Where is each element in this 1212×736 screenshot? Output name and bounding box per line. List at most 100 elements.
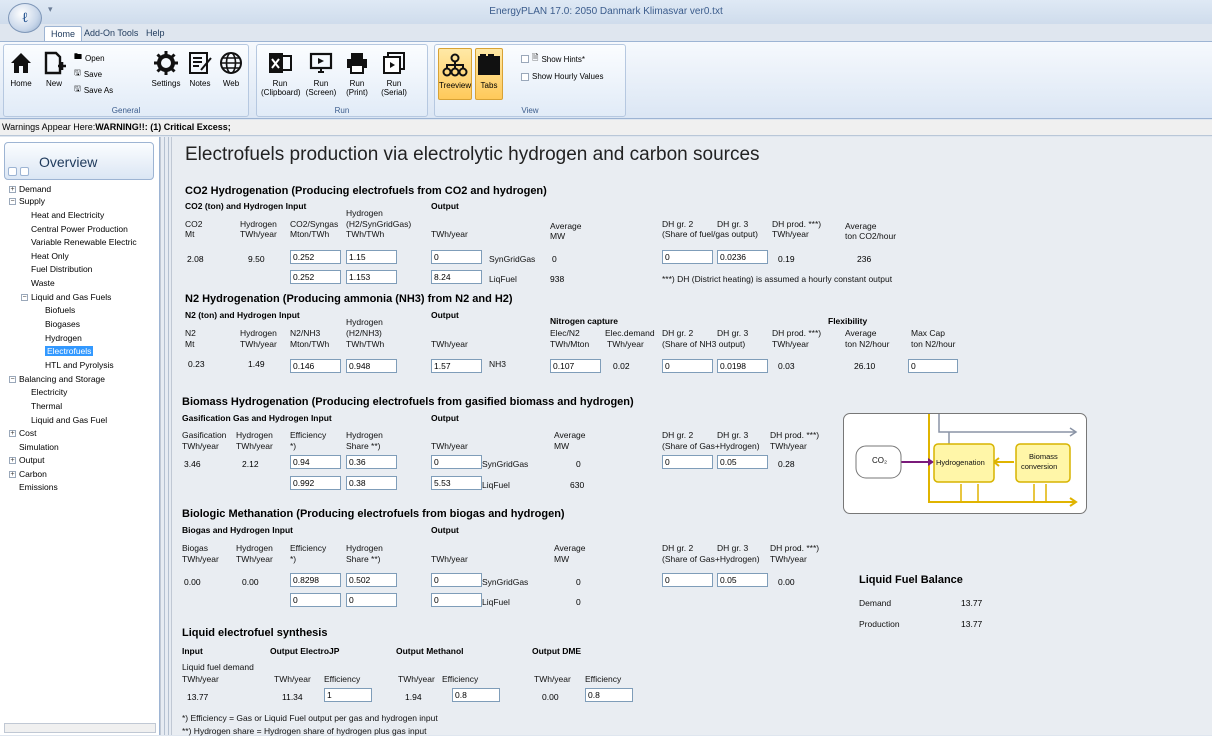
treeview-button[interactable]: Treeview: [438, 48, 472, 100]
co2-col-label: MW: [550, 231, 566, 241]
tree-item-cost[interactable]: Cost: [19, 428, 36, 438]
tree-item-thermal[interactable]: Thermal: [31, 401, 62, 411]
liqfuel-output-input[interactable]: 0: [431, 593, 482, 607]
hydrogen-ratio-input[interactable]: 1.15: [346, 250, 397, 264]
tree-item-balancing-storage[interactable]: Balancing and Storage: [19, 374, 105, 384]
dh-group2-share-input[interactable]: 0: [662, 359, 713, 373]
quick-access-toolbar[interactable]: ▾: [48, 4, 53, 15]
tree-item-electrofuels[interactable]: Electrofuels: [45, 346, 94, 356]
hydrogen-share-input[interactable]: 0.502: [346, 573, 397, 587]
expand-all-button[interactable]: [20, 167, 29, 176]
n2-nh3-ratio-input[interactable]: 0.146: [290, 359, 341, 373]
run-serial-button[interactable]: Run (Serial): [377, 50, 411, 97]
save-button[interactable]: 🖫 Save: [74, 67, 102, 81]
tree-item-simulation[interactable]: Simulation: [19, 442, 59, 452]
tree-item-variable-renewable[interactable]: Variable Renewable Electric: [31, 237, 137, 247]
tree-item-electricity[interactable]: Electricity: [31, 387, 67, 397]
nh3-output-input[interactable]: 1.57: [431, 359, 482, 373]
hydrogen-share-input[interactable]: 0.36: [346, 455, 397, 469]
expand-icon[interactable]: +: [9, 457, 16, 464]
liqfuel-output-input[interactable]: 5.53: [431, 476, 482, 490]
run-screen-button[interactable]: Run (Screen): [305, 50, 337, 97]
efficiency-input[interactable]: 0: [290, 593, 341, 607]
collapse-icon[interactable]: −: [9, 198, 16, 205]
tab-help[interactable]: Help: [140, 26, 171, 41]
tree-item-hydrogen[interactable]: Hydrogen: [45, 333, 82, 343]
max-cap-input[interactable]: 0: [908, 359, 958, 373]
hydrogen-ratio-input[interactable]: 1.153: [346, 270, 397, 284]
show-hints-checkbox[interactable]: 🗎 Show Hints*: [521, 52, 585, 66]
run-clipboard-button[interactable]: Run (Clipboard): [261, 50, 301, 97]
dh-group2-share-input[interactable]: 0: [662, 455, 713, 469]
pane-splitter[interactable]: [160, 137, 172, 735]
tree-item-biogases[interactable]: Biogases: [45, 319, 80, 329]
biomass-col-label: Efficiency: [290, 430, 327, 440]
hydrogen-nh3-ratio-input[interactable]: 0.948: [346, 359, 397, 373]
collapse-icon[interactable]: −: [9, 376, 16, 383]
dh-group3-share-input[interactable]: 0.0198: [717, 359, 768, 373]
co2-syngas-ratio-input[interactable]: 0.252: [290, 250, 341, 264]
dh-note: ***) DH (District heating) is assumed a …: [662, 274, 893, 284]
tree-item-emissions[interactable]: Emissions: [19, 482, 58, 492]
dh-group3-share-input[interactable]: 0.0236: [717, 250, 768, 264]
tree-item-supply[interactable]: Supply: [19, 196, 45, 206]
tree-item-carbon[interactable]: Carbon: [19, 469, 47, 479]
efficiency-input[interactable]: 0.992: [290, 476, 341, 490]
tree-item-waste[interactable]: Waste: [31, 278, 55, 288]
hydrogen-share-input[interactable]: 0.38: [346, 476, 397, 490]
sidebar-horizontal-scrollbar[interactable]: [4, 723, 156, 733]
co2-col-label: Mt: [185, 229, 195, 239]
run-print-button[interactable]: Run (Print): [341, 50, 373, 97]
tabs-button[interactable]: Tabs: [475, 48, 503, 100]
tree-item-central-power[interactable]: Central Power Production: [31, 224, 128, 234]
open-button[interactable]: 🖿 Open: [74, 51, 105, 65]
tree-item-demand[interactable]: Demand: [19, 184, 51, 194]
tree-item-liquid-gas-fuel[interactable]: Liquid and Gas Fuel: [31, 415, 107, 425]
co2-syngas-ratio-input[interactable]: 0.252: [290, 270, 341, 284]
show-hourly-checkbox[interactable]: Show Hourly Values: [521, 72, 603, 81]
product-label: SynGridGas: [482, 577, 529, 587]
expand-icon[interactable]: +: [9, 471, 16, 478]
tree-item-biofuels[interactable]: Biofuels: [45, 305, 75, 315]
biomass-col-label: TWh/year: [236, 441, 273, 451]
tree-item-fuel-distribution[interactable]: Fuel Distribution: [31, 264, 92, 274]
collapse-all-button[interactable]: [8, 167, 17, 176]
save-as-button[interactable]: 🖫 Save As: [74, 83, 113, 97]
web-button[interactable]: Web: [216, 50, 246, 88]
tab-addon-tools[interactable]: Add-On Tools: [78, 26, 144, 41]
app-menu-button[interactable]: ℓ: [8, 3, 42, 33]
methanol-efficiency-input[interactable]: 0.8: [452, 688, 500, 702]
electrojp-header: Output ElectroJP: [270, 646, 340, 656]
tree-item-htl-pyrolysis[interactable]: HTL and Pyrolysis: [45, 360, 114, 370]
liqfuel-output-input[interactable]: 8.24: [431, 270, 482, 284]
electrojp-efficiency-input[interactable]: 1: [324, 688, 372, 702]
efficiency-input[interactable]: 0.94: [290, 455, 341, 469]
home-button[interactable]: Home: [6, 50, 36, 88]
dme-efficiency-input[interactable]: 0.8: [585, 688, 633, 702]
tree-item-liquid-gas-fuels[interactable]: Liquid and Gas Fuels: [31, 292, 111, 302]
tree-item-heat-electricity[interactable]: Heat and Electricity: [31, 210, 104, 220]
dh-group2-share-input[interactable]: 0: [662, 250, 713, 264]
new-button[interactable]: New: [39, 50, 69, 88]
dh-group3-share-input[interactable]: 0.05: [717, 573, 768, 587]
dh-group2-share-input[interactable]: 0: [662, 573, 713, 587]
hydrogen-share-input[interactable]: 0: [346, 593, 397, 607]
expand-icon[interactable]: +: [9, 430, 16, 437]
collapse-icon[interactable]: −: [21, 294, 28, 301]
tree-item-heat-only[interactable]: Heat Only: [31, 251, 69, 261]
tab-home[interactable]: Home: [44, 26, 83, 41]
notes-button[interactable]: Notes: [185, 50, 215, 88]
diagram-hydrogenation-label: Hydrogenation: [936, 458, 985, 467]
dh-group3-share-input[interactable]: 0.05: [717, 455, 768, 469]
syngridgas-output-input[interactable]: 0: [431, 455, 482, 469]
methanation-col-label: TWh/year: [182, 554, 219, 564]
n2-output-header: Output: [431, 310, 459, 320]
warning-text: WARNING!!: (1) Critical Excess;: [95, 122, 231, 132]
tree-item-output[interactable]: Output: [19, 455, 45, 465]
syngridgas-output-input[interactable]: 0: [431, 250, 482, 264]
syngridgas-output-input[interactable]: 0: [431, 573, 482, 587]
efficiency-input[interactable]: 0.8298: [290, 573, 341, 587]
expand-icon[interactable]: +: [9, 186, 16, 193]
elec-n2-input[interactable]: 0.107: [550, 359, 601, 373]
settings-button[interactable]: Settings: [149, 50, 183, 88]
